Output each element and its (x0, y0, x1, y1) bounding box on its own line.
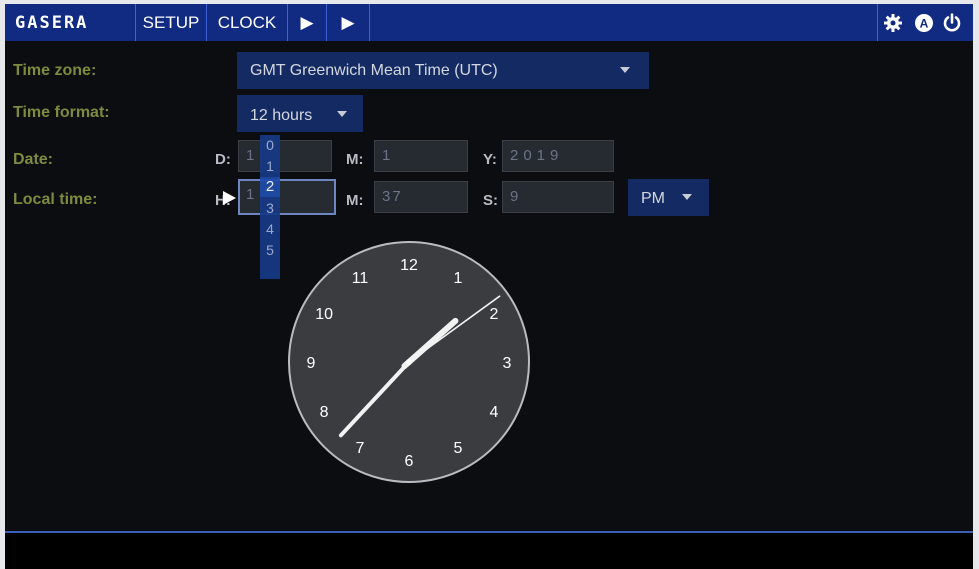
timeformat-value: 12 hours (250, 107, 313, 124)
year-field[interactable]: 2019 (502, 140, 614, 172)
chevron-down-icon (682, 194, 692, 200)
chevron-down-icon (337, 111, 347, 117)
clock-number: 5 (454, 440, 463, 457)
top-right-controls: A (877, 4, 973, 41)
clock-button[interactable]: CLOCK (207, 4, 288, 41)
top-bar: GASERA SETUP CLOCK ▶ ▶ A (5, 4, 973, 41)
month-label: M: (346, 151, 364, 168)
gasera-logo[interactable]: GASERA (5, 4, 136, 41)
clock-number: 2 (489, 306, 498, 323)
clock-number: 7 (356, 440, 365, 457)
clock-number: 9 (307, 355, 316, 372)
hour-option[interactable]: 3 (260, 198, 280, 218)
clock-number: 3 (503, 355, 512, 372)
year-label: Y: (483, 151, 497, 168)
hour-option[interactable]: 0 (260, 135, 280, 155)
clock-number: 10 (315, 306, 333, 323)
second-label: S: (483, 192, 498, 209)
localtime-label: Local time: (13, 191, 98, 208)
hour-dropdown-list: 0 1 2 3 4 5 (260, 135, 280, 279)
clock-number: 8 (320, 404, 329, 421)
clock-number: 11 (352, 270, 369, 287)
setup-button[interactable]: SETUP (136, 4, 207, 41)
month-field[interactable]: 1 (374, 140, 468, 172)
clock-number: 1 (454, 270, 463, 287)
day-field[interactable]: 1 (238, 140, 332, 172)
clock-number: 6 (405, 453, 414, 470)
clock-number: 12 (400, 257, 418, 274)
hour-option[interactable]: 5 (260, 240, 280, 260)
timezone-value: GMT Greenwich Mean Time (UTC) (250, 62, 498, 79)
date-label: Date: (13, 151, 54, 168)
analog-clock: 12 1 2 3 4 5 6 7 8 9 10 11 (286, 240, 532, 484)
clock-number: 4 (489, 404, 498, 421)
timeformat-select[interactable]: 12 hours (237, 95, 363, 132)
second-field[interactable]: 9 (502, 181, 614, 213)
logo-text: GASERA (15, 13, 89, 33)
timezone-label: Time zone: (13, 62, 97, 79)
minute-field[interactable]: 37 (374, 181, 468, 213)
minute-label: M: (346, 192, 364, 209)
day-label: D: (215, 151, 231, 168)
timezone-select[interactable]: GMT Greenwich Mean Time (UTC) (237, 52, 649, 89)
mouse-pointer-icon (223, 191, 236, 205)
chevron-down-icon (620, 67, 630, 73)
gear-icon[interactable] (883, 13, 903, 33)
ampm-value: PM (641, 190, 665, 207)
power-icon[interactable] (942, 13, 962, 33)
play-button-1[interactable]: ▶ (288, 4, 327, 41)
ampm-select[interactable]: PM (628, 179, 709, 216)
play-button-2[interactable]: ▶ (327, 4, 370, 41)
hour-option[interactable]: 1 (260, 156, 280, 176)
auto-mode-letter: A (920, 17, 929, 31)
clock-center (406, 359, 412, 365)
hour-option-selected[interactable]: 2 (260, 177, 280, 197)
hour-field[interactable]: 1 (238, 179, 336, 215)
hour-option[interactable]: 4 (260, 219, 280, 239)
bottom-bar (5, 533, 973, 569)
timeformat-label: Time format: (13, 104, 110, 121)
auto-mode-icon[interactable]: A (914, 13, 934, 33)
screen: GASERA SETUP CLOCK ▶ ▶ A Time zone: GMT … (5, 4, 973, 569)
